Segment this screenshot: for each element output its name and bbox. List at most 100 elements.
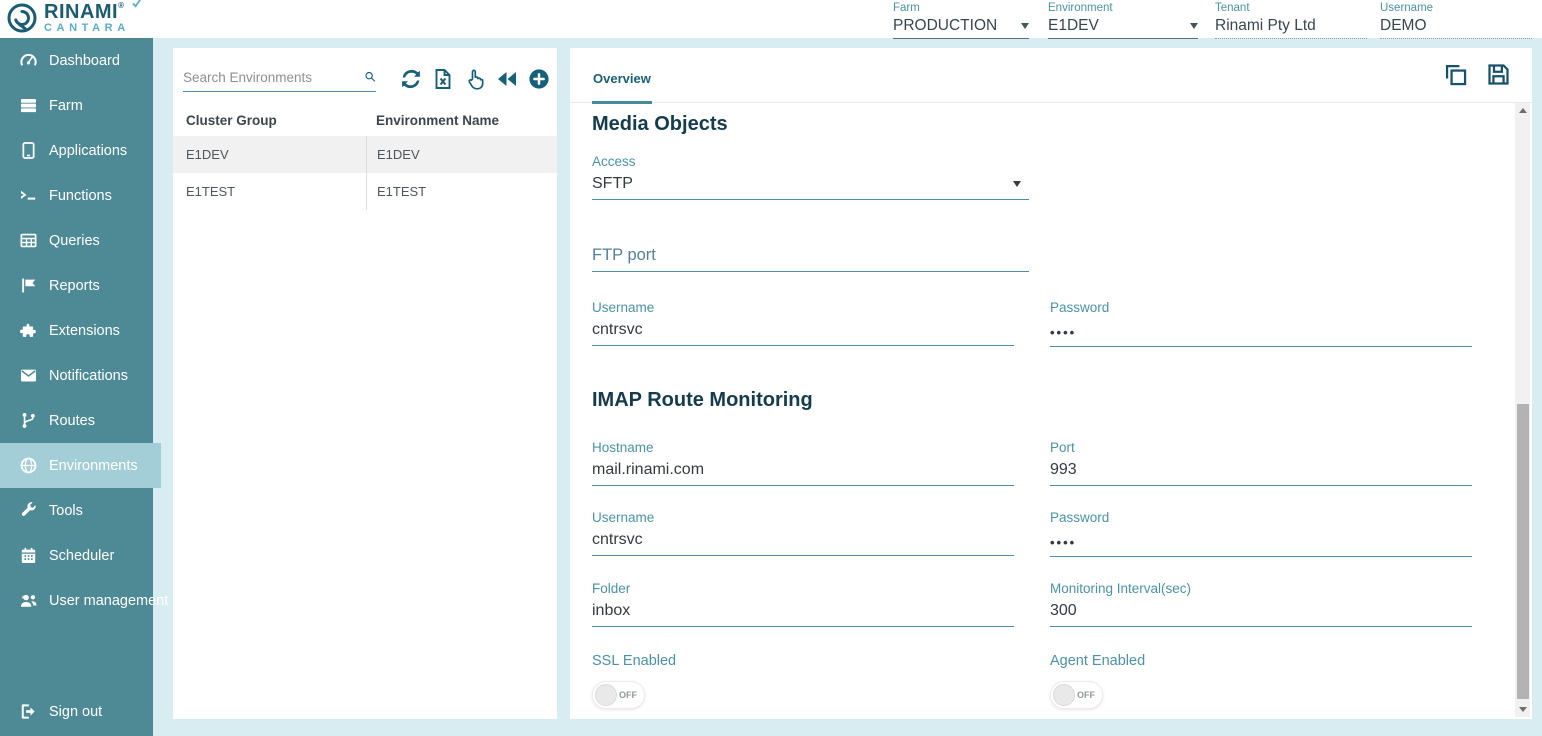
scroll-down-button[interactable]: [1515, 702, 1530, 717]
search-input[interactable]: [183, 70, 360, 86]
sidebar-item-label: Dashboard: [49, 53, 120, 69]
brand-logo: RINAMI® CANTARA: [6, 2, 130, 34]
cell-cluster-group: E1DEV: [173, 136, 366, 173]
folder-label: Folder: [592, 581, 1014, 596]
sidebar-item-sign-out[interactable]: Sign out: [0, 689, 102, 734]
cell-environment-name: E1TEST: [366, 173, 557, 210]
envelope-icon: [19, 366, 38, 385]
save-icon: [1485, 61, 1512, 88]
vertical-scrollbar[interactable]: [1515, 103, 1530, 717]
search-icon[interactable]: [364, 67, 376, 86]
save-button[interactable]: [1485, 61, 1512, 88]
table-row[interactable]: E1DEV E1DEV: [173, 136, 557, 173]
sidebar-item-label: Tools: [49, 503, 83, 519]
imap-port-input[interactable]: 993: [1050, 461, 1472, 486]
refresh-icon: [399, 67, 423, 91]
export-excel-button[interactable]: [430, 67, 455, 92]
rewind-button[interactable]: [494, 67, 519, 92]
sidebar-item-queries[interactable]: Queries: [0, 218, 153, 263]
sidebar-item-scheduler[interactable]: Scheduler: [0, 533, 153, 578]
scrollbar-thumb[interactable]: [1517, 404, 1529, 699]
server-icon: [19, 96, 38, 115]
ftp-port-input[interactable]: FTP port: [592, 246, 1029, 272]
tab-overview[interactable]: Overview: [592, 71, 652, 104]
imap-username-input[interactable]: cntrsvc: [592, 531, 1014, 556]
ssl-enabled-toggle[interactable]: OFF: [592, 681, 645, 709]
cell-environment-name: E1DEV: [366, 136, 557, 173]
sidebar-item-tools[interactable]: Tools: [0, 488, 153, 533]
ftp-port-field: FTP port: [592, 246, 1029, 272]
cell-cluster-group: E1TEST: [173, 173, 366, 210]
sidebar-item-label: Queries: [49, 233, 100, 249]
add-button[interactable]: [526, 67, 551, 92]
app-header: RINAMI® CANTARA Farm PRODUCTION Environm…: [0, 0, 1542, 38]
media-username-field: Username cntrsvc: [592, 300, 1014, 347]
copy-button[interactable]: [1442, 61, 1469, 88]
agent-enabled-toggle[interactable]: OFF: [1050, 681, 1103, 709]
environments-table: Cluster Group Environment Name E1DEV E1D…: [173, 105, 557, 210]
sidebar-item-extensions[interactable]: Extensions: [0, 308, 153, 353]
imap-interval-input[interactable]: 300: [1050, 602, 1472, 627]
password-label: Password: [1050, 510, 1472, 525]
overview-form: Media Objects Access SFTP FTP port Usern…: [570, 103, 1532, 709]
environments-list-panel: Cluster Group Environment Name E1DEV E1D…: [173, 48, 557, 719]
table-row[interactable]: E1TEST E1TEST: [173, 173, 557, 210]
triangle-up-icon: [1519, 108, 1527, 113]
tenant-value: Rinami Pty Ltd: [1215, 17, 1316, 35]
imap-folder-field: Folder inbox: [592, 581, 1014, 627]
username-field: Username DEMO: [1380, 2, 1532, 39]
imap-hostname-field: Hostname mail.rinami.com: [592, 440, 1014, 486]
chevron-down-icon: [1013, 181, 1021, 187]
sidebar-item-functions[interactable]: Functions: [0, 173, 153, 218]
sidebar-item-label: Notifications: [49, 368, 128, 384]
table-icon: [19, 231, 38, 250]
access-select[interactable]: SFTP: [592, 175, 1029, 200]
media-username-input[interactable]: cntrsvc: [592, 321, 1014, 346]
scroll-up-button[interactable]: [1515, 103, 1530, 118]
sidebar-item-label: Routes: [49, 413, 95, 429]
table-header-row: Cluster Group Environment Name: [173, 105, 557, 136]
detail-tab-bar: Overview: [570, 48, 1532, 103]
tenant-label: Tenant: [1215, 2, 1367, 14]
access-select-field: Access SFTP: [592, 154, 1029, 200]
sidebar-item-reports[interactable]: Reports: [0, 263, 153, 308]
imap-hostname-input[interactable]: mail.rinami.com: [592, 461, 1014, 486]
sidebar-item-dashboard[interactable]: Dashboard: [0, 38, 153, 83]
gauge-icon: [19, 51, 38, 70]
sidebar-item-label: Functions: [49, 188, 112, 204]
sidebar-item-label: User management: [49, 593, 168, 609]
refresh-button[interactable]: [398, 67, 423, 92]
farm-select[interactable]: Farm PRODUCTION: [893, 2, 1029, 39]
imap-folder-input[interactable]: inbox: [592, 602, 1014, 627]
sidebar-item-environments[interactable]: Environments: [0, 443, 161, 488]
wrench-icon: [19, 501, 38, 520]
sidebar-item-routes[interactable]: Routes: [0, 398, 153, 443]
add-circle-icon: [527, 67, 551, 91]
calendar-icon: [19, 546, 38, 565]
access-label: Access: [592, 154, 1029, 169]
sidebar-item-user-management[interactable]: User management: [0, 578, 153, 623]
brand-check-icon: [132, 0, 141, 8]
sidebar-item-farm[interactable]: Farm: [0, 83, 153, 128]
username-label: Username: [592, 510, 1014, 525]
select-pointer-button[interactable]: [462, 67, 487, 92]
farm-label: Farm: [893, 2, 1029, 14]
imap-password-input[interactable]: ••••: [1050, 531, 1472, 557]
triangle-down-icon: [1519, 707, 1527, 712]
hostname-label: Hostname: [592, 440, 1014, 455]
flag-icon: [19, 276, 38, 295]
agent-enabled-field: Agent Enabled OFF: [1050, 653, 1472, 709]
users-icon: [19, 591, 38, 610]
username-label: Username: [1380, 2, 1532, 14]
copy-icon: [1442, 61, 1469, 88]
media-password-input[interactable]: ••••: [1050, 321, 1472, 347]
environment-select[interactable]: Environment E1DEV: [1048, 2, 1198, 39]
brand-mark-icon: [6, 2, 38, 34]
sidebar-nav: Dashboard Farm Applications Functions Qu…: [0, 38, 153, 736]
sidebar-item-notifications[interactable]: Notifications: [0, 353, 153, 398]
sign-out-icon: [19, 702, 38, 721]
chevron-down-icon: [1190, 23, 1198, 29]
sidebar-item-label: Farm: [49, 98, 83, 114]
password-label: Password: [1050, 300, 1472, 315]
sidebar-item-applications[interactable]: Applications: [0, 128, 153, 173]
